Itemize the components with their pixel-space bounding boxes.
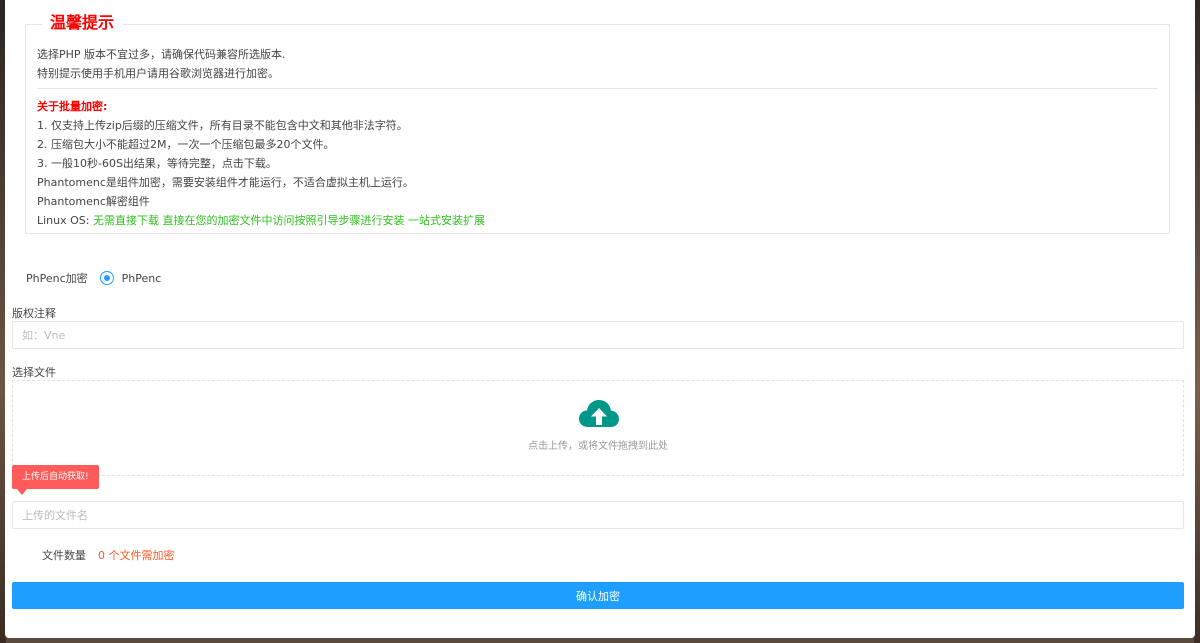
auto-fetch-badge: 上传后自动获取!	[12, 465, 99, 489]
upload-dropzone[interactable]: 点击上传，或将文件拖拽到此处	[12, 380, 1184, 476]
linux-os-prefix: Linux OS:	[37, 214, 93, 227]
file-count-label: 文件数量	[42, 549, 86, 562]
copyright-input[interactable]	[12, 321, 1184, 349]
notice-line: 特别提示使用手机用户请用谷歌浏览器进行加密。	[37, 67, 279, 80]
file-count-value: 0 个文件需加密	[98, 549, 175, 562]
batch-line: 1. 仅支持上传zip后缀的压缩文件，所有目录不能包含中文和其他非法字符。	[37, 119, 408, 132]
filename-input[interactable]	[12, 501, 1184, 529]
encryption-type-row: PhPenc加密 PhPenc	[26, 268, 161, 288]
cloud-upload-icon	[579, 400, 619, 427]
notice-body: 选择PHP 版本不宜过多，请确保代码兼容所选版本. 特别提示使用手机用户请用谷歌…	[37, 45, 1158, 230]
copyright-label: 版权注释	[12, 307, 56, 320]
radio-selected-dot	[103, 275, 110, 281]
upload-hint: 点击上传，或将文件拖拽到此处	[528, 441, 668, 452]
batch-line[interactable]: Phantomenc解密组件	[37, 192, 1158, 211]
notice-box: 温馨提示 选择PHP 版本不宜过多，请确保代码兼容所选版本. 特别提示使用手机用…	[25, 11, 1170, 234]
notice-divider	[37, 88, 1158, 89]
confirm-encrypt-button[interactable]: 确认加密	[12, 582, 1184, 609]
encryption-type-label: PhPenc加密	[26, 272, 88, 285]
encryption-form-card: 温馨提示 选择PHP 版本不宜过多，请确保代码兼容所选版本. 特别提示使用手机用…	[5, 0, 1195, 638]
batch-line: Phantomenc是组件加密，需要安装组件才能运行，不适合虚拟主机上运行。	[37, 176, 414, 189]
linux-os-line: Linux OS: 无需直接下载 直接在您的加密文件中访问按照引导步骤进行安装 …	[37, 211, 1158, 230]
phpenc-radio[interactable]	[99, 271, 114, 285]
file-count-row: 文件数量 0 个文件需加密	[42, 547, 175, 563]
phpenc-radio-label[interactable]: PhPenc	[122, 272, 162, 285]
file-select-label: 选择文件	[12, 366, 56, 379]
badge-tail	[17, 489, 27, 495]
linux-install-link[interactable]: 无需直接下载 直接在您的加密文件中访问按照引导步骤进行安装 一站式安装扩展	[93, 214, 485, 227]
notice-title: 温馨提示	[42, 11, 123, 35]
batch-heading: 关于批量加密:	[37, 100, 108, 113]
batch-line: 2. 压缩包大小不能超过2M，一次一个压缩包最多20个文件。	[37, 138, 335, 151]
batch-line: 3. 一般10秒-60S出结果，等待完整，点击下载。	[37, 157, 277, 170]
notice-line: 选择PHP 版本不宜过多，请确保代码兼容所选版本.	[37, 48, 286, 61]
